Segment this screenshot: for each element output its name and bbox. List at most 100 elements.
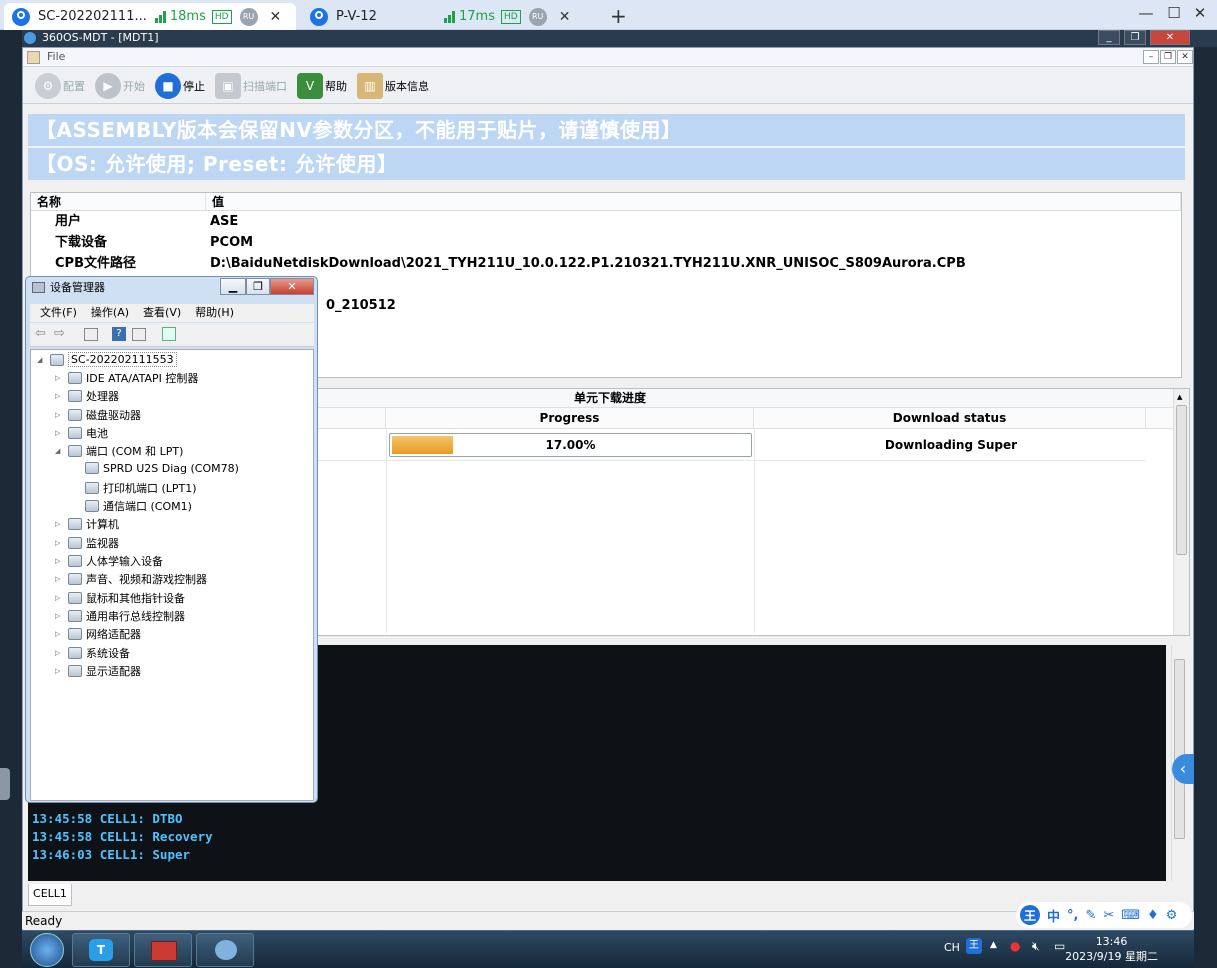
tree-node[interactable]: ▷ 磁盘驱动器 bbox=[55, 407, 141, 423]
tree-node-label: 处理器 bbox=[86, 390, 119, 404]
tree-node[interactable]: ▷ 监视器 bbox=[55, 535, 119, 551]
scrollbar-thumb[interactable] bbox=[1174, 659, 1185, 839]
pen-icon[interactable]: ✎ bbox=[1085, 908, 1096, 923]
expander-icon[interactable]: ▷ bbox=[55, 612, 63, 620]
back-arrow-icon[interactable]: ⇦ bbox=[35, 326, 46, 341]
gear-icon[interactable]: ⚙ bbox=[1166, 908, 1178, 923]
remote-window-title: 360OS-MDT - [MDT1] _ ❐ ✕ bbox=[22, 30, 1217, 47]
expander-icon[interactable]: ▷ bbox=[55, 575, 63, 583]
expander-icon[interactable]: ▷ bbox=[55, 374, 63, 382]
system-clock[interactable]: 13:46 2023/9/19 星期二 bbox=[1065, 934, 1158, 964]
left-edge-handle[interactable] bbox=[0, 768, 10, 800]
expander-icon[interactable]: ▷ bbox=[55, 557, 63, 565]
dm-restore-button[interactable]: ❐ bbox=[246, 278, 270, 295]
tree-node[interactable]: ◢ 端口 (COM 和 LPT) bbox=[55, 443, 183, 459]
browser-tab-1[interactable]: SC-202202111... 18ms HD RU ✕ bbox=[4, 3, 296, 30]
menu-file[interactable]: 文件(F) bbox=[40, 304, 77, 322]
tree-node[interactable]: ▷ 网络适配器 bbox=[55, 626, 141, 642]
menu-action[interactable]: 操作(A) bbox=[91, 304, 129, 322]
scan-port-button[interactable]: ▣ 扫描端口 bbox=[213, 71, 289, 101]
tray-app-icon[interactable]: ● bbox=[1010, 939, 1020, 953]
ime-mode-toggle[interactable]: 中 bbox=[1047, 906, 1060, 925]
tree-node[interactable]: ▷ IDE ATA/ATAPI 控制器 bbox=[55, 370, 198, 386]
device-category-icon bbox=[68, 426, 82, 439]
signal-bars-icon bbox=[444, 10, 456, 23]
maximize-button[interactable]: ☐ bbox=[1164, 4, 1184, 22]
new-tab-button[interactable]: + bbox=[610, 4, 627, 28]
taskbar-app-3[interactable] bbox=[196, 933, 254, 967]
close-window-button[interactable]: ✕ bbox=[1190, 4, 1210, 22]
tree-node[interactable]: ▷ 电池 bbox=[55, 425, 108, 441]
tree-node[interactable]: 通信端口 (COM1) bbox=[72, 498, 192, 514]
network-tray-icon[interactable]: ▭ bbox=[1054, 939, 1065, 953]
tab-cell1[interactable]: CELL1 bbox=[28, 884, 72, 906]
progress-scrollbar[interactable]: ▲ bbox=[1173, 389, 1189, 635]
expander-icon[interactable]: ▷ bbox=[55, 392, 63, 400]
mdi-restore-icon[interactable]: ❐ bbox=[1160, 50, 1176, 64]
tree-node-label: 打印机端口 (LPT1) bbox=[103, 481, 197, 495]
menu-help[interactable]: 帮助(H) bbox=[195, 304, 234, 322]
scan-hardware-icon[interactable] bbox=[162, 327, 176, 341]
expander-icon[interactable]: ▷ bbox=[55, 429, 63, 437]
mdi-close-icon[interactable]: ✕ bbox=[1177, 50, 1193, 64]
scissors-icon[interactable]: ✂ bbox=[1103, 908, 1114, 923]
scroll-up-icon[interactable]: ▲ bbox=[1177, 393, 1182, 401]
config-button[interactable]: ⚙ 配置 bbox=[33, 71, 87, 101]
remote-minimize-button[interactable]: _ bbox=[1098, 30, 1120, 45]
minimize-button[interactable]: — bbox=[1136, 4, 1156, 22]
dm-close-button[interactable]: ✕ bbox=[270, 278, 314, 295]
expander-icon[interactable]: ▷ bbox=[55, 411, 63, 419]
expander-icon[interactable]: ▷ bbox=[55, 667, 63, 675]
tree-node[interactable]: ▷ 处理器 bbox=[55, 388, 119, 404]
column-header-progress: Progress bbox=[386, 408, 754, 428]
expander-icon[interactable]: ▷ bbox=[55, 594, 63, 602]
start-button[interactable]: ▶ 开始 bbox=[93, 71, 147, 101]
tray-expand-icon[interactable]: ▲ bbox=[990, 940, 997, 950]
scrollbar-thumb[interactable] bbox=[1176, 405, 1187, 555]
skin-icon[interactable]: ♦ bbox=[1147, 908, 1159, 923]
expander-icon[interactable]: ▷ bbox=[55, 520, 63, 528]
tree-node[interactable]: ▷ 系统设备 bbox=[55, 645, 130, 661]
tree-node[interactable]: ▷ 声音、视频和游戏控制器 bbox=[55, 571, 207, 587]
stop-button[interactable]: ■ 停止 bbox=[153, 71, 207, 101]
close-tab-icon[interactable]: ✕ bbox=[270, 9, 282, 25]
menu-file[interactable]: File bbox=[47, 50, 65, 63]
remote-close-button[interactable]: ✕ bbox=[1150, 30, 1190, 45]
close-tab-icon[interactable]: ✕ bbox=[559, 9, 571, 25]
expander-icon[interactable]: ◢ bbox=[55, 447, 63, 455]
forward-arrow-icon[interactable]: ⇨ bbox=[54, 326, 65, 341]
tree-node[interactable]: ▷ 人体学输入设备 bbox=[55, 553, 163, 569]
tree-node[interactable]: ▷ 计算机 bbox=[55, 516, 119, 532]
language-indicator[interactable]: CH bbox=[944, 941, 960, 954]
device-category-icon bbox=[68, 664, 82, 677]
tree-node[interactable]: 打印机端口 (LPT1) bbox=[72, 480, 197, 496]
browser-tab-2[interactable]: P-V-12 17ms HD RU ✕ bbox=[302, 3, 592, 30]
menu-view[interactable]: 查看(V) bbox=[143, 304, 181, 322]
volume-muted-icon[interactable]: 🔇︎ bbox=[1032, 939, 1040, 954]
help-button[interactable]: V 帮助 bbox=[295, 71, 349, 101]
expander-icon[interactable]: ▷ bbox=[55, 539, 63, 547]
remote-restore-button[interactable]: ❐ bbox=[1124, 30, 1146, 45]
keyboard-icon[interactable]: ⌨ bbox=[1121, 908, 1140, 923]
tree-root[interactable]: ◢ SC-202202111553 bbox=[37, 352, 177, 367]
start-orb-icon[interactable] bbox=[30, 933, 64, 967]
tree-node[interactable]: SPRD U2S Diag (COM78) bbox=[72, 462, 239, 475]
collapse-side-panel-button[interactable]: ‹ bbox=[1172, 754, 1194, 784]
taskbar-app-2[interactable] bbox=[134, 933, 192, 967]
help-icon[interactable]: ? bbox=[112, 327, 126, 341]
expander-icon[interactable]: ▷ bbox=[55, 649, 63, 657]
tree-node[interactable]: ▷ 显示适配器 bbox=[55, 663, 141, 679]
version-info-button[interactable]: ▥ 版本信息 bbox=[355, 71, 431, 101]
dm-minimize-button[interactable]: ▁ bbox=[220, 278, 246, 295]
ime-tray-icon[interactable]: 王 bbox=[966, 938, 982, 954]
properties-icon[interactable] bbox=[84, 328, 98, 341]
mdi-minimize-icon[interactable]: – bbox=[1143, 50, 1159, 64]
tree-node[interactable]: ▷ 鼠标和其他指针设备 bbox=[55, 590, 185, 606]
taskbar-app-1[interactable]: T bbox=[72, 933, 130, 967]
ime-logo-icon[interactable]: 王 bbox=[1020, 905, 1040, 925]
update-driver-icon[interactable] bbox=[132, 328, 146, 341]
punctuation-icon[interactable]: °, bbox=[1067, 908, 1078, 923]
expander-icon[interactable]: ▷ bbox=[55, 630, 63, 638]
tree-node[interactable]: ▷ 通用串行总线控制器 bbox=[55, 608, 185, 624]
table-row: CPB文件路径 D:\BaiduNetdiskDownload\2021_TYH2… bbox=[31, 253, 1181, 274]
